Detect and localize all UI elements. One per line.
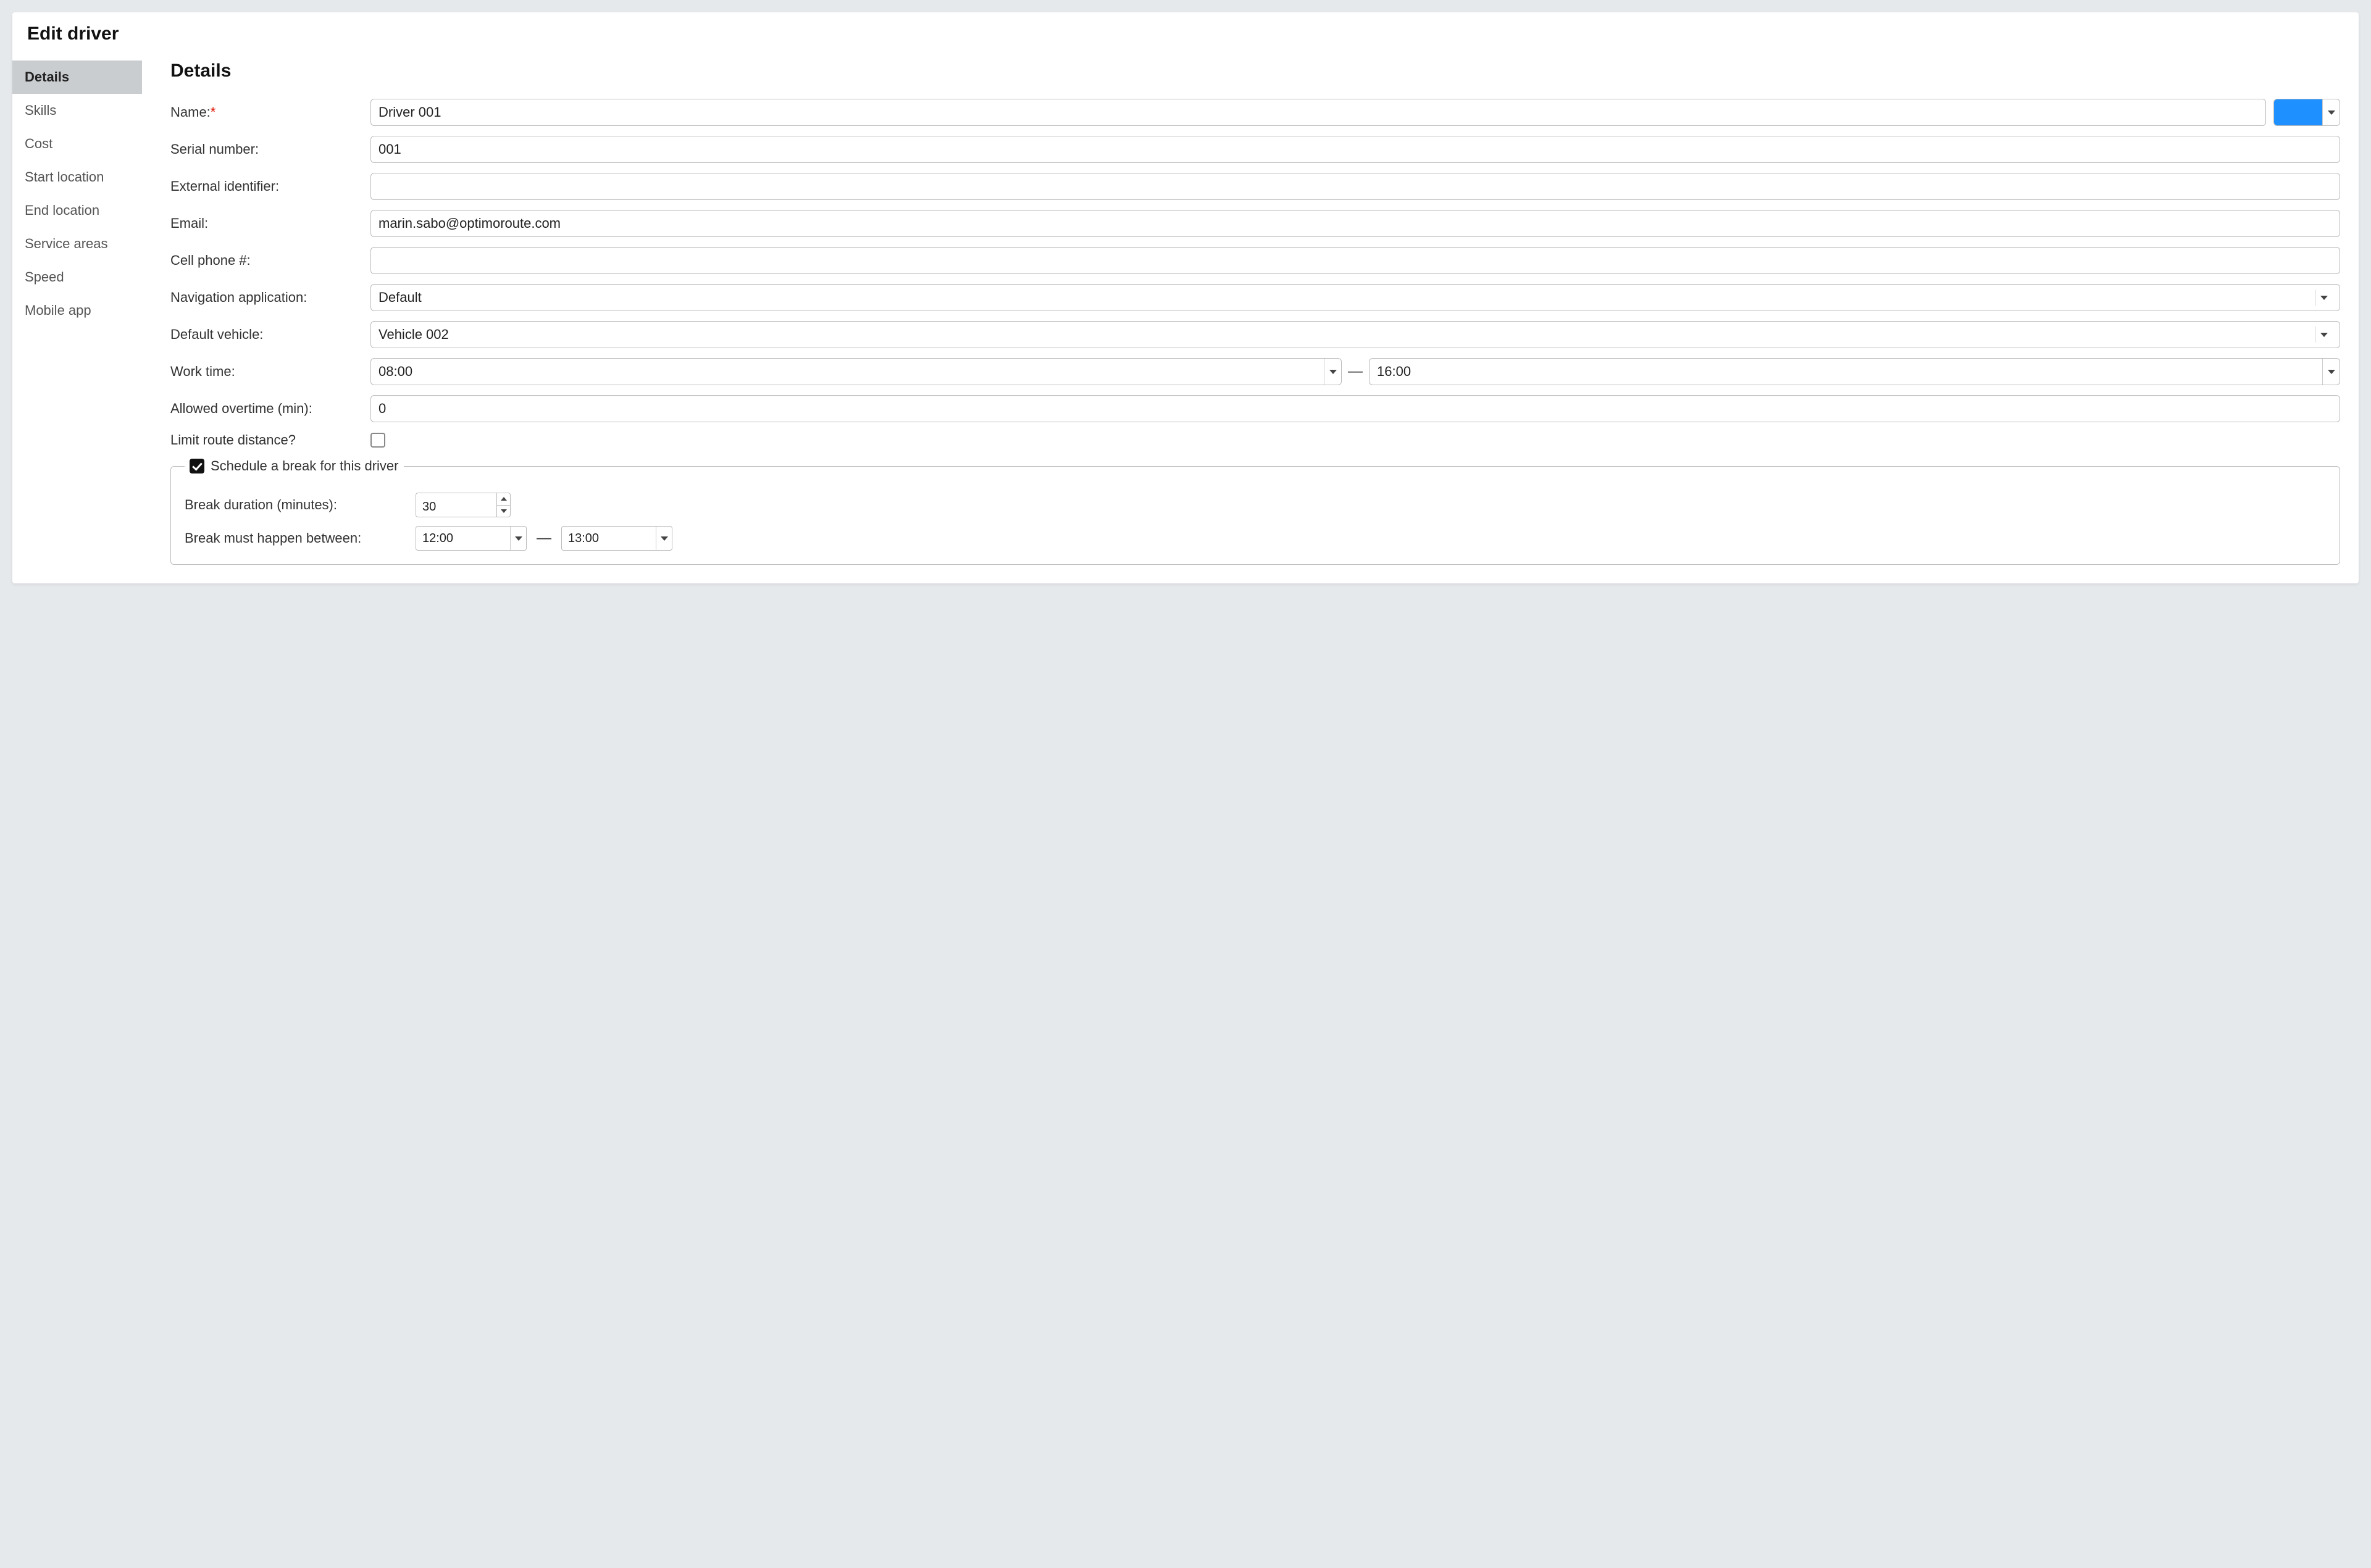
sidebar-item-label: Speed [25, 269, 64, 285]
schedule-break-legend: Schedule a break for this driver [185, 458, 404, 474]
panel-title: Edit driver [12, 12, 2359, 60]
default-vehicle-dropdown-button[interactable] [2315, 327, 2332, 343]
email-input[interactable] [370, 210, 2340, 237]
field-row-email: Email: [170, 210, 2340, 237]
default-vehicle-value: Vehicle 002 [378, 327, 2310, 343]
range-dash: — [1347, 363, 1364, 380]
main-content: Details Name:* Serial number: [142, 60, 2359, 583]
chevron-down-icon [2328, 111, 2335, 115]
sidebar-item-cost[interactable]: Cost [12, 127, 142, 161]
work-time-label: Work time: [170, 364, 362, 380]
sidebar-item-service-areas[interactable]: Service areas [12, 227, 142, 261]
nav-app-dropdown-button[interactable] [2315, 290, 2332, 306]
chevron-down-icon [515, 536, 522, 541]
sidebar-item-label: End location [25, 202, 99, 218]
field-row-limit-distance: Limit route distance? [170, 432, 2340, 448]
edit-driver-panel: Edit driver Details Skills Cost Start lo… [12, 12, 2359, 583]
sidebar-item-speed[interactable]: Speed [12, 261, 142, 294]
break-duration-stepper[interactable] [416, 493, 511, 517]
field-row-name: Name:* [170, 99, 2340, 126]
cellphone-label: Cell phone #: [170, 252, 362, 269]
serial-input[interactable] [370, 136, 2340, 163]
email-label: Email: [170, 215, 362, 231]
color-dropdown-button[interactable] [2322, 99, 2340, 125]
range-dash: — [535, 530, 553, 547]
field-row-nav-app: Navigation application: Default [170, 284, 2340, 311]
allowed-overtime-input[interactable] [370, 395, 2340, 422]
allowed-overtime-label: Allowed overtime (min): [170, 401, 362, 417]
work-time-from-dropdown-button[interactable] [1324, 359, 1341, 385]
break-window-label: Break must happen between: [185, 530, 407, 546]
sidebar-item-label: Skills [25, 102, 56, 118]
sidebar-item-end-location[interactable]: End location [12, 194, 142, 227]
break-from-value: 12:00 [416, 532, 505, 546]
chevron-down-icon [1329, 370, 1337, 374]
break-to-value: 13:00 [562, 532, 651, 546]
break-from-dropdown-button[interactable] [510, 527, 526, 550]
break-to-dropdown-button[interactable] [656, 527, 672, 550]
external-id-input[interactable] [370, 173, 2340, 200]
schedule-break-label: Schedule a break for this driver [211, 458, 399, 474]
sidebar-item-label: Cost [25, 136, 52, 151]
field-row-break-duration: Break duration (minutes): [185, 493, 2326, 517]
sidebar-item-mobile-app[interactable]: Mobile app [12, 294, 142, 327]
field-row-work-time: Work time: 08:00 — 16:00 [170, 358, 2340, 385]
name-input[interactable] [370, 99, 2266, 126]
chevron-down-icon [2320, 296, 2328, 300]
section-heading: Details [170, 60, 2340, 81]
panel-body: Details Skills Cost Start location End l… [12, 60, 2359, 583]
stepper-up-button[interactable] [497, 493, 510, 506]
serial-label: Serial number: [170, 141, 362, 157]
required-asterisk: * [211, 104, 216, 120]
cellphone-input[interactable] [370, 247, 2340, 274]
sidebar-item-skills[interactable]: Skills [12, 94, 142, 127]
work-time-to-select[interactable]: 16:00 [1369, 358, 2340, 385]
work-time-to-value: 16:00 [1369, 364, 2317, 380]
name-label: Name:* [170, 104, 362, 120]
break-to-select[interactable]: 13:00 [561, 526, 672, 551]
break-duration-label: Break duration (minutes): [185, 497, 407, 513]
color-swatch [2274, 99, 2322, 125]
schedule-break-fieldset: Schedule a break for this driver Break d… [170, 458, 2340, 565]
nav-app-label: Navigation application: [170, 290, 362, 306]
stepper-buttons [496, 493, 510, 517]
sidebar: Details Skills Cost Start location End l… [12, 60, 142, 583]
nav-app-select[interactable]: Default [370, 284, 2340, 311]
limit-distance-label: Limit route distance? [170, 432, 362, 448]
chevron-down-icon [661, 536, 668, 541]
stepper-down-button[interactable] [497, 506, 510, 517]
field-row-break-window: Break must happen between: 12:00 — 13:00 [185, 526, 2326, 551]
sidebar-item-label: Service areas [25, 236, 108, 251]
sidebar-item-details[interactable]: Details [12, 60, 142, 94]
sidebar-item-label: Mobile app [25, 302, 91, 318]
sidebar-item-label: Start location [25, 169, 104, 185]
field-row-allowed-overtime: Allowed overtime (min): [170, 395, 2340, 422]
sidebar-item-label: Details [25, 69, 69, 85]
default-vehicle-select[interactable]: Vehicle 002 [370, 321, 2340, 348]
nav-app-value: Default [378, 290, 2310, 306]
external-id-label: External identifier: [170, 178, 362, 194]
work-time-from-select[interactable]: 08:00 [370, 358, 1342, 385]
field-row-default-vehicle: Default vehicle: Vehicle 002 [170, 321, 2340, 348]
chevron-down-icon [501, 509, 507, 513]
field-row-cellphone: Cell phone #: [170, 247, 2340, 274]
schedule-break-checkbox[interactable] [190, 459, 204, 473]
break-from-select[interactable]: 12:00 [416, 526, 527, 551]
chevron-up-icon [501, 497, 507, 501]
label-text: Name: [170, 104, 211, 120]
chevron-down-icon [2320, 333, 2328, 337]
color-picker[interactable] [2273, 99, 2340, 126]
break-duration-input[interactable] [416, 493, 496, 517]
work-time-to-dropdown-button[interactable] [2322, 359, 2340, 385]
limit-distance-checkbox[interactable] [370, 433, 385, 448]
default-vehicle-label: Default vehicle: [170, 327, 362, 343]
field-row-serial: Serial number: [170, 136, 2340, 163]
field-row-external-id: External identifier: [170, 173, 2340, 200]
sidebar-item-start-location[interactable]: Start location [12, 161, 142, 194]
chevron-down-icon [2328, 370, 2335, 374]
work-time-from-value: 08:00 [371, 364, 1319, 380]
